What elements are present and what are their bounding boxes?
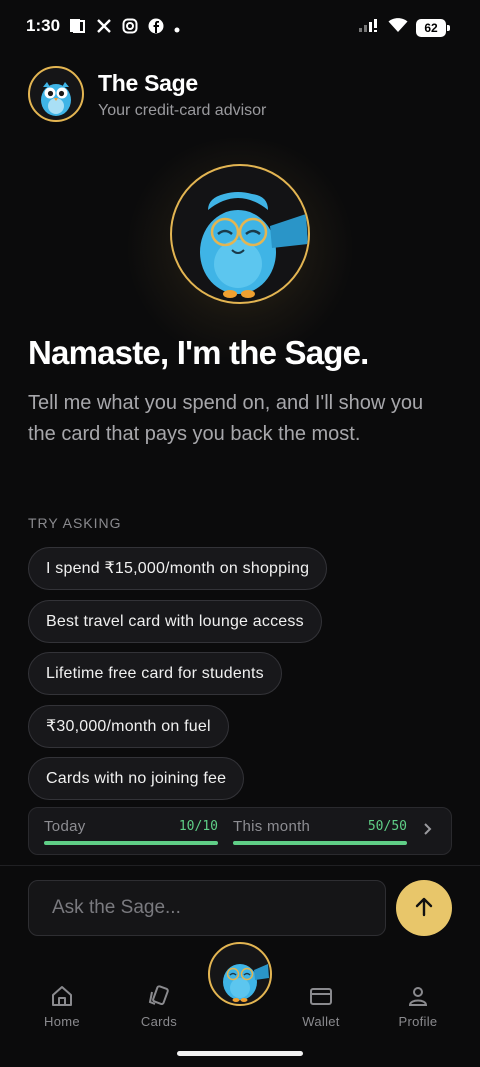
chevron-right-icon[interactable] (423, 820, 433, 841)
try-asking-label: TRY ASKING (28, 515, 122, 531)
greeting-heading: Namaste, I'm the Sage. (28, 334, 369, 371)
usage-month-progress (233, 841, 407, 845)
status-system-icons: 62 (358, 17, 450, 38)
status-time: 1:30 (26, 16, 61, 35)
usage-today-count: 10/10 (178, 819, 218, 834)
x-icon (96, 18, 112, 38)
app-title: The Sage (98, 70, 198, 96)
owl-mascot-waving-icon (170, 164, 310, 304)
app-header: The Sage Your credit-card advisor (28, 66, 458, 124)
nav-item-wallet[interactable]: Wallet (281, 984, 361, 1029)
nav-label-cards: Cards (140, 1014, 178, 1029)
profile-icon (378, 984, 458, 1010)
suggestion-chip[interactable]: Best travel card with lounge access (28, 599, 322, 643)
usage-month-track (233, 841, 407, 845)
suggestion-chip[interactable]: ₹30,000/month on fuel (28, 704, 229, 748)
wallet-icon (281, 984, 361, 1010)
usage-today-label: Today (44, 818, 86, 835)
suggestion-chip[interactable]: I spend ₹15,000/month on shopping (28, 547, 328, 590)
cards-icon (119, 984, 199, 1010)
usage-limits-card[interactable]: Today 10/10 This month 50/50 (28, 807, 452, 855)
nav-item-cards[interactable]: Cards (119, 984, 199, 1029)
arrow-up-icon (413, 896, 435, 921)
notification-icon (68, 17, 86, 39)
signal-icon (358, 17, 380, 38)
battery-icon: 62 (416, 18, 450, 37)
nav-label-home: Home (44, 1014, 80, 1029)
ask-input[interactable] (28, 880, 386, 936)
suggestion-list: I spend ₹15,000/month on shopping Best t… (28, 547, 458, 810)
owl-mascot-icon (28, 66, 84, 122)
home-icon (22, 984, 102, 1010)
wifi-icon (388, 17, 408, 38)
usage-today-progress (44, 841, 218, 845)
intro-text: Tell me what you spend on, and I'll show… (28, 392, 424, 445)
nav-label-wallet: Wallet (302, 1014, 340, 1029)
usage-today-track (44, 841, 218, 845)
nav-label-profile: Profile (398, 1014, 438, 1029)
nav-item-profile[interactable]: Profile (378, 984, 458, 1029)
home-indicator[interactable] (177, 1051, 303, 1056)
suggestion-chip[interactable]: Cards with no joining fee (28, 757, 245, 800)
send-button[interactable] (396, 880, 452, 936)
app-screen: 1:30 62 The Sage Your credit-card adviso… (0, 0, 480, 1067)
app-subtitle: Your credit-card advisor (98, 102, 267, 119)
usage-month-count: 50/50 (367, 819, 407, 834)
facebook-icon (148, 18, 164, 38)
bottom-nav: Home Cards Wallet Profile (0, 940, 480, 1067)
instagram-icon (122, 18, 138, 38)
dot-icon (174, 19, 180, 37)
status-bar: 1:30 62 (0, 0, 480, 54)
status-notification-icons (68, 17, 180, 39)
usage-month-label: This month (233, 818, 311, 835)
composer-divider (0, 865, 480, 866)
owl-mascot-icon[interactable] (208, 942, 272, 1006)
suggestion-chip[interactable]: Lifetime free card for students (28, 652, 282, 695)
nav-item-home[interactable]: Home (22, 984, 102, 1029)
